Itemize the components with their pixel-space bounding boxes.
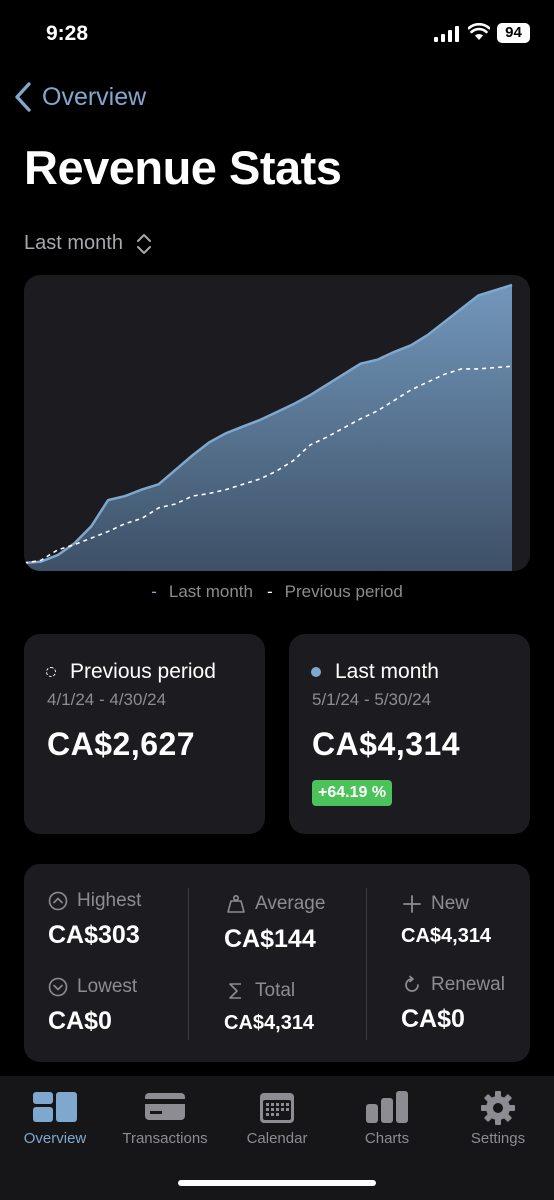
current-period-card: Last month 5/1/24 - 5/30/24 CA$4,314 +64… [289,634,530,834]
previous-period-header: Previous period [46,660,216,684]
back-button[interactable]: Overview [12,80,146,114]
legend-item-previous-period: - Previous period [266,582,403,601]
previous-period-range: 4/1/24 - 4/30/24 [47,690,167,709]
legend-label-last-month: Last month [168,582,253,601]
overview-icon [33,1092,77,1122]
legend-label-previous-period: Previous period [284,582,403,601]
credit-card-icon [145,1093,185,1120]
scale-icon [227,894,245,913]
stat-total-label: Total [255,980,296,1001]
stats-divider [366,888,367,1040]
back-label: Overview [42,82,147,111]
previous-period-amount: CA$2,627 [47,726,196,762]
tab-overview-label: Overview [23,1130,87,1147]
period-selector-label: Last month [24,232,123,254]
previous-period-card: Previous period 4/1/24 - 4/30/24 CA$2,62… [24,634,265,834]
refresh-icon [405,975,419,992]
stat-lowest: Lowest [48,976,137,998]
current-period-amount: CA$4,314 [312,726,461,762]
chart-legend: - Last month - Previous period [0,582,554,602]
chevron-up-down-icon [136,233,151,254]
battery-indicator: 94 [497,23,530,43]
stats-divider [188,888,189,1040]
page-title: Revenue Stats [24,141,342,194]
stat-renewal: Renewal [402,974,505,996]
wifi-icon [468,23,490,40]
chevron-down-circle-icon [48,977,68,997]
current-period-label: Last month [335,660,439,683]
chevron-up-circle-icon [48,891,68,911]
tab-calendar-label: Calendar [246,1130,308,1147]
tab-transactions-label: Transactions [122,1130,208,1147]
stat-new-label: New [431,893,470,914]
gear-icon [481,1091,515,1125]
current-period-dot-icon [311,667,321,677]
stat-average: Average [226,893,325,915]
stat-highest-value: CA$303 [48,921,140,949]
change-badge: +64.19 % [312,780,393,806]
period-selector[interactable]: Last month [24,232,153,255]
stat-total-value: CA$4,314 [224,1012,315,1034]
previous-period-dot-icon [46,667,56,677]
home-indicator [178,1180,376,1186]
stats-card: Highest CA$303 Lowest CA$0 Average CA$14… [24,864,530,1062]
stat-renewal-value: CA$0 [401,1005,465,1033]
stat-renewal-label: Renewal [431,974,505,995]
calendar-icon [260,1093,294,1123]
chart-canvas [24,283,513,571]
plus-icon [403,895,421,913]
stat-new: New [402,893,469,915]
stat-lowest-value: CA$0 [48,1007,112,1035]
bar-chart-icon [366,1091,408,1123]
current-period-range: 5/1/24 - 5/30/24 [312,690,432,709]
legend-item-last-month: - Last month [151,582,253,601]
status-time: 9:28 [46,22,89,45]
previous-period-label: Previous period [70,660,216,683]
series-area-last-month [24,285,512,571]
sigma-icon [229,983,241,999]
stat-highest-label: Highest [77,890,142,911]
chevron-left-icon [15,82,31,112]
stat-lowest-label: Lowest [77,976,138,997]
stat-total: Total [226,980,295,1002]
revenue-chart[interactable] [24,275,530,571]
cellular-signal-icon [434,26,459,42]
current-period-header: Last month [311,660,439,684]
stat-new-value: CA$4,314 [401,925,492,947]
tab-settings-label: Settings [470,1130,526,1147]
stat-highest: Highest [48,890,141,912]
stat-average-value: CA$144 [224,925,316,953]
stat-average-label: Average [255,893,326,914]
tab-charts-label: Charts [364,1130,410,1147]
